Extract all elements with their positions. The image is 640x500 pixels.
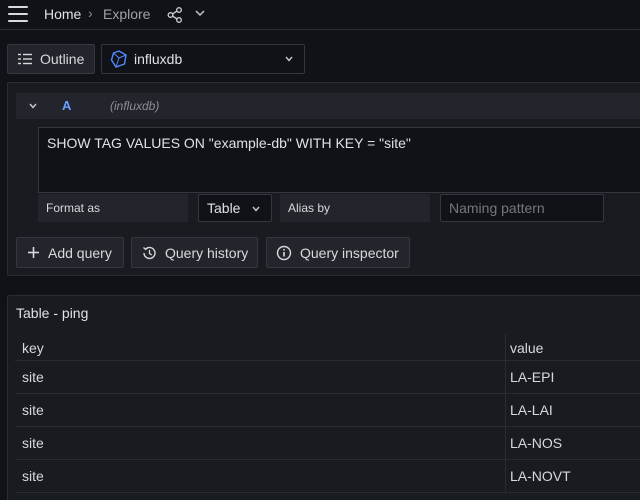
- hamburger-menu-icon[interactable]: [8, 6, 28, 22]
- cell-value: LA-NOS: [510, 435, 563, 451]
- cell-key: site: [22, 369, 44, 385]
- format-as-label: Format as: [38, 194, 188, 222]
- breadcrumb-separator: ›: [88, 5, 93, 21]
- column-header-key[interactable]: key: [22, 340, 44, 356]
- table-row: site LA-NOS: [15, 427, 640, 460]
- collapse-chevron-icon[interactable]: [28, 101, 38, 111]
- top-navbar: Home › Explore: [0, 0, 640, 30]
- query-row-header[interactable]: A (influxdb): [16, 93, 640, 119]
- table-row: site LA-EPI: [15, 361, 640, 394]
- table-header: key value: [15, 334, 640, 361]
- query-inspector-button[interactable]: Query inspector: [266, 237, 410, 268]
- query-editor-panel: A (influxdb) SHOW TAG VALUES ON "example…: [7, 82, 640, 276]
- table-row: site LA-LAI: [15, 394, 640, 427]
- column-divider: [505, 361, 506, 393]
- outline-label: Outline: [40, 51, 85, 67]
- naming-pattern-input[interactable]: [440, 194, 604, 222]
- influxdb-logo-icon: [110, 50, 127, 68]
- column-divider: [505, 427, 506, 459]
- column-header-value[interactable]: value: [510, 340, 543, 356]
- outline-button[interactable]: Outline: [7, 44, 95, 74]
- cell-key: site: [22, 402, 44, 418]
- column-divider[interactable]: [505, 334, 506, 360]
- query-ref-id[interactable]: A: [62, 98, 71, 113]
- chevron-down-icon: [285, 56, 293, 62]
- column-divider: [505, 460, 506, 492]
- share-dropdown-chevron-icon[interactable]: [194, 7, 206, 19]
- alias-by-label: Alias by: [280, 194, 430, 222]
- breadcrumb-home[interactable]: Home: [44, 6, 81, 22]
- query-inspector-label: Query inspector: [300, 244, 399, 261]
- outline-list-icon: [18, 53, 32, 65]
- datasource-name: influxdb: [134, 51, 183, 67]
- query-datasource-hint: (influxdb): [110, 99, 160, 113]
- table-panel-title: Table - ping: [16, 305, 89, 321]
- format-as-select[interactable]: Table: [198, 194, 272, 222]
- cell-key: site: [22, 468, 44, 484]
- format-as-value: Table: [207, 200, 241, 216]
- cell-value: LA-LAI: [510, 402, 553, 418]
- add-query-button[interactable]: Add query: [16, 237, 124, 268]
- column-divider: [505, 394, 506, 426]
- history-icon: [143, 246, 156, 259]
- plus-icon: [28, 247, 39, 258]
- query-history-button[interactable]: Query history: [131, 237, 258, 268]
- query-text-editor[interactable]: SHOW TAG VALUES ON "example-db" WITH KEY…: [38, 127, 640, 193]
- info-circle-icon: [276, 245, 292, 260]
- cell-value: LA-EPI: [510, 369, 555, 385]
- chevron-down-icon: [252, 206, 260, 212]
- breadcrumb-explore: Explore: [103, 6, 151, 22]
- datasource-picker[interactable]: influxdb: [101, 44, 305, 74]
- table-row: site LA-NOVT: [15, 460, 640, 493]
- table-result-panel: Table - ping key value site LA-EPI site …: [7, 295, 640, 500]
- share-icon[interactable]: [166, 6, 184, 24]
- query-history-label: Query history: [165, 244, 249, 261]
- cell-key: site: [22, 435, 44, 451]
- add-query-label: Add query: [48, 244, 112, 261]
- cell-value: LA-NOVT: [510, 468, 571, 484]
